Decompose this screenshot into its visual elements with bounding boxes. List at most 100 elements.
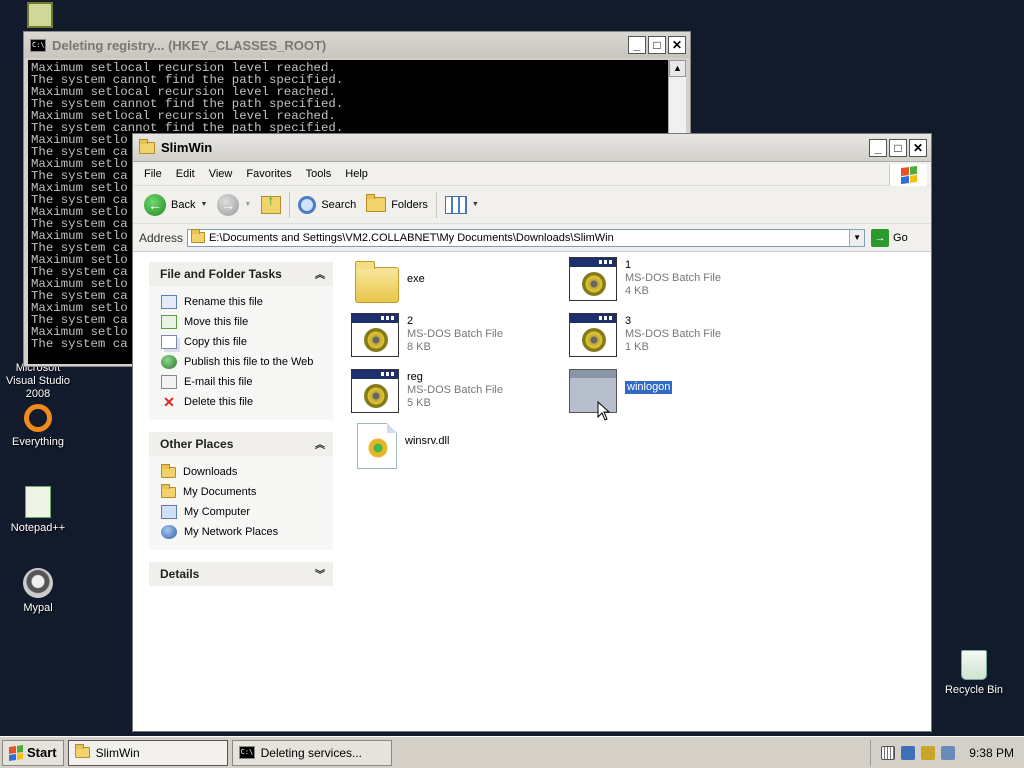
file-name: 1 [625, 259, 632, 271]
keyboard-icon[interactable] [881, 745, 896, 760]
file-item-3[interactable]: 3 MS-DOS Batch File 1 KB [569, 313, 721, 357]
task-copy[interactable]: Copy this file [161, 332, 333, 352]
batch-file-icon [569, 313, 617, 357]
desktop-icon-notepad[interactable]: Notepad++ [0, 486, 76, 535]
forward-button[interactable]: → ▼ [212, 190, 256, 220]
close-button[interactable]: ✕ [909, 138, 927, 157]
taskbar-item-slimwin[interactable]: SlimWin [67, 739, 228, 766]
file-item-winlogon[interactable]: winlogon [569, 369, 673, 413]
folders-button[interactable]: Folders [361, 190, 433, 220]
desktop-icon-label: Notepad++ [10, 522, 66, 534]
task-email[interactable]: E-mail this file [161, 372, 333, 392]
search-button[interactable]: Search [293, 190, 361, 220]
taskbar-item-deleting-services[interactable]: C:\ Deleting services... [231, 739, 392, 766]
desktop-icon-label: Mypal [23, 602, 53, 614]
desktop-icon-label: Microsoft Visual Studio 2008 [5, 362, 70, 400]
task-delete[interactable]: ✕ Delete this file [161, 392, 333, 412]
windows-logo-icon [9, 744, 23, 761]
chevron-down-icon[interactable]: ▼ [244, 201, 251, 208]
address-path: E:\Documents and Settings\VM2.COLLABNET\… [209, 231, 614, 244]
maximize-button[interactable]: □ [889, 138, 907, 157]
go-arrow-icon: → [871, 228, 890, 247]
views-icon [444, 195, 467, 214]
volume-icon[interactable] [941, 745, 956, 760]
file-size: 1 KB [625, 341, 649, 353]
start-label: Start [27, 745, 57, 760]
chevron-down-icon[interactable]: ▼ [472, 201, 479, 208]
menu-view[interactable]: View [202, 168, 240, 180]
command-prompt-icon: C:\ [238, 746, 255, 759]
command-prompt-icon: C:\ [30, 38, 46, 52]
go-button[interactable]: → Go [871, 228, 908, 247]
chevron-down-icon[interactable]: ▼ [200, 201, 207, 208]
back-button[interactable]: ← Back ▼ [139, 190, 212, 220]
menu-edit[interactable]: Edit [169, 168, 202, 180]
views-button[interactable]: ▼ [440, 190, 484, 220]
menu-file[interactable]: File [137, 168, 169, 180]
task-publish[interactable]: Publish this file to the Web [161, 352, 333, 372]
minimize-button[interactable]: _ [869, 138, 887, 157]
forward-arrow-icon: → [217, 193, 240, 216]
file-item-exe[interactable]: exe [355, 261, 425, 303]
copy-icon [161, 335, 177, 349]
collapse-icon[interactable]: ︽ [315, 436, 325, 451]
place-label: My Documents [183, 486, 257, 498]
file-name: winsrv.dll [405, 435, 450, 447]
file-item-reg[interactable]: reg MS-DOS Batch File 5 KB [351, 369, 503, 413]
file-type: MS-DOS Batch File [407, 384, 503, 396]
clock: 9:38 PM [969, 745, 1014, 760]
desktop-icon-top[interactable] [2, 2, 78, 32]
task-move[interactable]: Move this file [161, 312, 333, 332]
explorer-window[interactable]: SlimWin _ □ ✕ File Edit View Favorites T… [132, 133, 932, 732]
up-folder-button[interactable]: ↑ [256, 190, 286, 220]
chevron-down-icon[interactable]: ▼ [849, 229, 865, 246]
place-my-documents[interactable]: My Documents [161, 482, 333, 502]
place-downloads[interactable]: Downloads [161, 462, 333, 482]
start-button[interactable]: Start [2, 739, 64, 766]
file-item-1[interactable]: 1 MS-DOS Batch File 4 KB [569, 257, 721, 301]
file-name: 2 [407, 315, 414, 327]
place-my-computer[interactable]: My Computer [161, 502, 333, 522]
desktop-icon-mypal[interactable]: Mypal [0, 568, 76, 615]
taskbar-item-label: Deleting services... [260, 745, 362, 760]
system-tray: 9:38 PM [870, 739, 1024, 766]
menu-favorites[interactable]: Favorites [239, 168, 298, 180]
globe-icon [161, 355, 177, 369]
explorer-titlebar[interactable]: SlimWin _ □ ✕ [133, 134, 931, 162]
menu-tools[interactable]: Tools [299, 168, 339, 180]
panel-title: Details [160, 567, 200, 581]
desktop-icon-recycle-bin[interactable]: Recycle Bin [936, 650, 1012, 697]
task-rename[interactable]: Rename this file [161, 292, 333, 312]
collapse-icon[interactable]: ︽ [315, 266, 325, 281]
task-label: E-mail this file [184, 376, 253, 388]
desktop-icon-label: Recycle Bin [944, 684, 1004, 696]
batch-file-icon [351, 369, 399, 413]
close-button[interactable]: ✕ [668, 36, 686, 54]
panel-header[interactable]: Details ︾ [149, 562, 333, 586]
place-my-network[interactable]: My Network Places [161, 522, 333, 542]
file-size: 4 KB [625, 285, 649, 297]
maximize-button[interactable]: □ [648, 36, 666, 54]
file-item-2[interactable]: 2 MS-DOS Batch File 8 KB [351, 313, 503, 357]
desktop-icon-visual-studio[interactable]: Microsoft Visual Studio 2008 [0, 362, 76, 401]
desktop-icon-everything[interactable]: Everything [0, 404, 76, 449]
task-label: Delete this file [184, 396, 254, 408]
console-titlebar[interactable]: C:\ Deleting registry... (HKEY_CLASSES_R… [24, 32, 690, 58]
panel-header[interactable]: Other Places ︽ [149, 432, 333, 456]
folder-icon [161, 483, 176, 498]
folder-icon [74, 744, 90, 758]
menu-help[interactable]: Help [338, 168, 375, 180]
address-field[interactable]: E:\Documents and Settings\VM2.COLLABNET\… [187, 228, 866, 247]
place-label: My Computer [184, 506, 251, 518]
file-list: exe 1 MS-DOS Batch File 4 KB 2 MS-DOS Ba… [349, 253, 929, 731]
file-item-winsrv[interactable]: winsrv.dll [357, 423, 449, 469]
file-size: 8 KB [407, 341, 431, 353]
folder-icon [191, 229, 206, 243]
panel-header[interactable]: File and Folder Tasks ︽ [149, 262, 333, 286]
file-name: winlogon [625, 381, 673, 394]
expand-icon[interactable]: ︾ [315, 566, 325, 581]
network-tray-icon[interactable] [901, 745, 916, 760]
security-tray-icon[interactable] [921, 745, 936, 760]
scroll-up-icon[interactable]: ▲ [669, 60, 686, 77]
minimize-button[interactable]: _ [628, 36, 646, 54]
